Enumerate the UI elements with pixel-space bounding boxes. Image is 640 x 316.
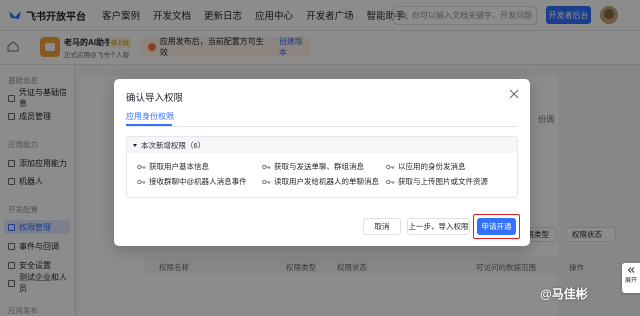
cancel-button[interactable]: 取消 <box>363 218 401 235</box>
permission-item: 读取用户发给机器人的单聊消息 <box>262 176 379 187</box>
tab-divider <box>126 126 518 127</box>
permission-list: 本次新增权限（6） 获取用户基本信息 获取与发送单聊、群组消息 以应用的身份发消… <box>126 136 518 198</box>
permission-item: 以应用的身份发消息 <box>386 161 466 172</box>
permission-item: 获取与发送单聊、群组消息 <box>262 161 364 172</box>
permission-label: 获取与上传图片或文件资源 <box>398 177 488 186</box>
permission-label: 以应用的身份发消息 <box>398 162 466 171</box>
key-icon <box>137 164 146 169</box>
key-icon <box>386 179 395 184</box>
permission-label: 读取用户发给机器人的单聊消息 <box>274 177 379 186</box>
permission-label: 获取与发送单聊、群组消息 <box>274 162 364 171</box>
dialog-title: 确认导入权限 <box>126 93 184 104</box>
permission-item: 获取用户基本信息 <box>137 161 209 172</box>
permission-label: 获取用户基本信息 <box>149 162 209 171</box>
expand-label: 展开 <box>624 278 637 284</box>
chevron-down-icon <box>133 143 137 147</box>
confirm-import-dialog: 确认导入权限 应用身份权限 本次新增权限（6） 获取用户基本信息 获取与发送单聊… <box>114 79 530 246</box>
permission-section-header[interactable]: 本次新增权限（6） <box>127 137 517 153</box>
apply-button[interactable]: 申请开通 <box>477 218 516 235</box>
key-icon <box>262 164 271 169</box>
permission-label: 接收群聊中@机器人消息事件 <box>149 177 247 186</box>
expand-side-tab[interactable]: 展开 <box>622 263 640 293</box>
close-icon[interactable] <box>509 89 519 99</box>
prev-import-button[interactable]: 上一步，导入权限 <box>407 218 470 235</box>
key-icon <box>386 164 395 169</box>
permission-item: 接收群聊中@机器人消息事件 <box>137 176 247 187</box>
section-header-label: 本次新增权限（6） <box>141 140 206 150</box>
tab-app-identity[interactable]: 应用身份权限 <box>126 111 174 122</box>
watermark: @马佳彬 <box>540 287 588 301</box>
double-chevron-left-icon <box>627 267 635 273</box>
permission-item: 获取与上传图片或文件资源 <box>386 176 488 187</box>
key-icon <box>137 179 146 184</box>
key-icon <box>262 179 271 184</box>
